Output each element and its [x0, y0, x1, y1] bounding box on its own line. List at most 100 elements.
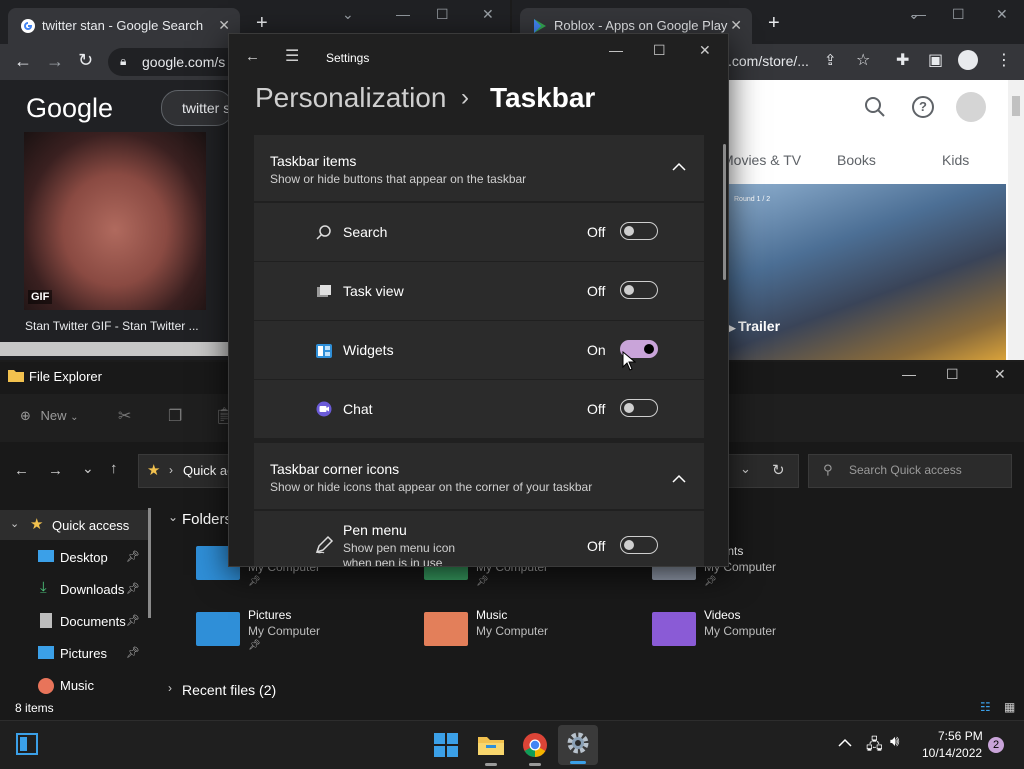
folder-tile[interactable]: Videos My Computer — [652, 608, 852, 658]
minimize-icon[interactable]: — — [902, 366, 916, 382]
tab-close-icon[interactable]: ✕ — [218, 17, 230, 34]
expand-chevron-icon[interactable]: ⌄ — [10, 517, 19, 530]
chevron-up-icon[interactable] — [672, 471, 686, 489]
horizontal-scrollbar[interactable] — [0, 342, 228, 356]
nav-scrollbar[interactable] — [148, 508, 151, 618]
copy-icon[interactable]: ❐ — [168, 406, 182, 426]
search-quick-access[interactable]: ⚲ Search Quick access — [808, 454, 1012, 488]
taskbar-corner-icons-header[interactable]: Taskbar corner icons Show or hide icons … — [254, 443, 704, 509]
extensions-icon[interactable]: ✚ — [896, 50, 909, 70]
hamburger-menu-icon[interactable]: ☰ — [285, 46, 299, 66]
taskbar-item-chat: Chat Off — [254, 380, 704, 438]
menu-dots-icon[interactable]: ⋮ — [996, 50, 1012, 70]
nav-tab-kids[interactable]: Kids — [942, 152, 969, 168]
pin-icon[interactable]: 📌︎ — [126, 614, 140, 627]
network-icon[interactable]: 🖧︎ — [866, 734, 883, 759]
recent-chevron-icon[interactable]: › — [168, 681, 172, 695]
maximize-icon[interactable]: ☐ — [946, 366, 959, 383]
new-tab-icon[interactable]: + — [256, 12, 268, 35]
sidebar-item-music[interactable]: Music — [0, 670, 150, 700]
folder-tile[interactable]: Music My Computer — [424, 608, 624, 658]
pin-icon[interactable]: 📌︎ — [126, 646, 140, 659]
google-play-icon — [532, 18, 548, 34]
chat-toggle[interactable] — [620, 399, 658, 417]
chevron-up-icon[interactable] — [838, 735, 852, 753]
breadcrumb-parent[interactable]: Personalization — [255, 82, 446, 114]
url-text[interactable]: .com/store/... — [728, 53, 809, 69]
new-button[interactable]: ⊕ New ⌄ — [20, 408, 79, 424]
trailer-thumbnail[interactable]: Round 1 / 2 ▶ Trailer — [726, 184, 1006, 360]
maximize-icon[interactable]: ☐ — [952, 6, 965, 23]
search-icon[interactable] — [864, 96, 886, 123]
forward-icon[interactable]: → — [48, 462, 63, 479]
sidebar-item-pictures[interactable]: Pictures 📌︎ — [0, 638, 150, 668]
search-toggle[interactable] — [620, 222, 658, 240]
start-button[interactable] — [434, 733, 458, 762]
back-icon[interactable]: ← — [14, 462, 29, 479]
close-icon[interactable]: ✕ — [994, 366, 1006, 383]
clock-date[interactable]: 10/14/2022 — [922, 746, 982, 760]
search-box[interactable]: twitter s — [161, 90, 233, 126]
details-view-icon[interactable]: ☷ — [980, 700, 991, 714]
profile-icon[interactable] — [958, 50, 978, 70]
taskbar-items-header[interactable]: Taskbar items Show or hide buttons that … — [254, 135, 704, 201]
tab-close-icon[interactable]: ✕ — [730, 17, 742, 34]
back-icon[interactable]: ← — [14, 51, 32, 72]
up-icon[interactable]: ↑ — [110, 460, 118, 477]
minimize-icon[interactable]: — — [609, 42, 623, 58]
volume-icon[interactable]: 🔊︎ — [890, 733, 899, 750]
google-logo[interactable]: Google — [26, 93, 113, 124]
gif-thumbnail[interactable]: GIF — [24, 132, 206, 310]
maximize-icon[interactable]: ☐ — [436, 6, 449, 23]
address-box[interactable]: ★ › Quick ac — [138, 454, 240, 488]
settings-taskbar-button[interactable] — [558, 725, 598, 765]
tiles-view-icon[interactable]: ▦ — [1004, 700, 1015, 714]
clock-time[interactable]: 7:56 PM — [938, 729, 983, 743]
recent-chevron-icon[interactable]: ⌄ — [82, 460, 94, 477]
reload-icon[interactable]: ↻ — [78, 50, 93, 71]
sidepanel-icon[interactable]: ▣ — [928, 50, 943, 70]
forward-icon[interactable]: → — [46, 51, 64, 72]
settings-scrollbar[interactable] — [723, 144, 726, 280]
minimize-icon[interactable]: — — [396, 6, 410, 22]
sidebar-item-quick-access[interactable]: ⌄ ★ Quick access — [0, 510, 150, 540]
sidebar-item-desktop[interactable]: Desktop 📌︎ — [0, 542, 150, 572]
new-tab-icon[interactable]: + — [768, 12, 780, 35]
vertical-scrollbar[interactable] — [1008, 80, 1024, 360]
nav-tab-books[interactable]: Books — [837, 152, 876, 168]
chrome-taskbar-icon[interactable] — [522, 732, 548, 763]
show-desktop-icon[interactable] — [16, 733, 38, 755]
tab-twitter-stan[interactable]: twitter stan - Google Search ✕ — [8, 8, 240, 44]
back-icon[interactable]: ← — [245, 48, 260, 65]
sidebar-item-downloads[interactable]: ⤓ Downloads 📌︎ — [0, 574, 150, 604]
folder-tile[interactable]: Pictures My Computer 📌︎ — [196, 608, 396, 658]
close-icon[interactable]: ✕ — [482, 6, 494, 23]
notification-badge[interactable]: 2 — [988, 737, 1004, 753]
address-dropdown[interactable]: ⌄ ↻ — [727, 454, 799, 488]
bookmark-star-icon[interactable]: ☆ — [856, 50, 870, 70]
cut-icon[interactable]: ✂ — [118, 406, 131, 426]
chevron-down-icon[interactable]: ⌄ — [342, 6, 354, 23]
nav-tab-movies[interactable]: Movies & TV — [722, 152, 801, 168]
close-icon[interactable]: ✕ — [699, 42, 711, 59]
file-explorer-taskbar-icon[interactable] — [478, 733, 504, 762]
scrollbar-thumb[interactable] — [1012, 96, 1020, 116]
pin-icon[interactable]: 📌︎ — [126, 550, 140, 563]
task-view-toggle[interactable] — [620, 281, 658, 299]
result-caption[interactable]: Stan Twitter GIF - Stan Twitter ... — [25, 319, 199, 333]
share-icon[interactable]: ⇪ — [824, 51, 837, 69]
chevron-up-icon[interactable] — [672, 159, 686, 177]
refresh-icon[interactable]: ↻ — [772, 461, 785, 479]
pen-menu-toggle[interactable] — [620, 536, 658, 554]
address-bar[interactable]: 🔒︎ google.com/s — [108, 48, 248, 76]
download-icon: ⤓ — [40, 579, 47, 596]
help-icon[interactable]: ? — [912, 96, 934, 118]
pin-icon: 📌︎ — [476, 576, 489, 587]
account-avatar[interactable] — [956, 92, 986, 122]
folders-chevron-icon[interactable]: ⌄ — [168, 510, 178, 524]
sidebar-item-documents[interactable]: Documents 📌︎ — [0, 606, 150, 636]
pin-icon[interactable]: 📌︎ — [126, 582, 140, 595]
maximize-icon[interactable]: ☐ — [653, 42, 666, 59]
close-icon[interactable]: ✕ — [996, 6, 1008, 23]
minimize-icon[interactable]: — — [912, 6, 926, 22]
